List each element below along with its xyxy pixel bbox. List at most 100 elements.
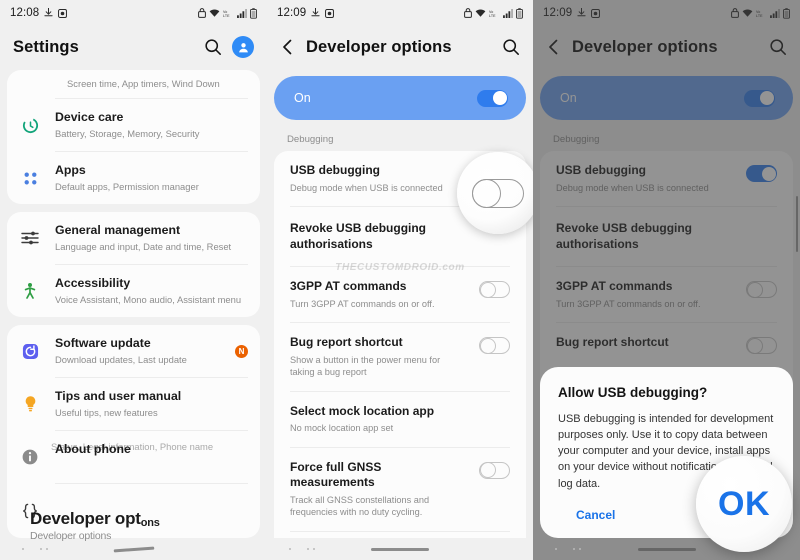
switch-off-magnified[interactable] (472, 178, 524, 208)
settings-item-subtitle: Useful tips, new features (55, 406, 158, 418)
svg-text:LTE: LTE (223, 14, 230, 18)
status-bar-right: VoLTE (464, 7, 523, 19)
status-time: 12:08 (10, 7, 40, 19)
partial-item-subtitle: Screen time, App timers, Wind Down (67, 78, 220, 89)
settings-item-text: Accessibility Voice Assistant, Mono audi… (55, 269, 248, 313)
lightbulb-icon (19, 395, 41, 413)
nav-dots (22, 548, 48, 550)
dev-options-app-bar: Developer options (267, 26, 533, 68)
settings-item-text: Device care Battery, Storage, Memory, Se… (55, 103, 248, 147)
search-icon[interactable] (204, 38, 222, 56)
dev-item-force-gnss[interactable]: Force full GNSS measurements Track all G… (274, 448, 526, 531)
signal-icon (503, 8, 513, 18)
dev-item-title: Select mock location app (290, 403, 435, 418)
settings-item-title: General management (55, 223, 181, 238)
usb-debugging-toggle-highlight[interactable] (457, 152, 533, 234)
3gpp-toggle[interactable] (479, 281, 510, 299)
screen-record-icon (325, 8, 335, 18)
status-bar: 12:08 Vo LTE (0, 0, 267, 26)
settings-item-tips[interactable]: Tips and user manual Useful tips, new fe… (7, 378, 260, 430)
nav-dots (555, 548, 581, 550)
apps-icon (19, 170, 41, 187)
developer-options-zoom-label: Developer optons Developer options (30, 509, 160, 542)
bug-report-toggle[interactable] (479, 337, 510, 355)
nav-home-pill[interactable] (637, 547, 696, 551)
status-bar-right: VoLTE (198, 7, 257, 19)
settings-item-software-update[interactable]: Software update Download updates, Last u… (7, 325, 260, 377)
back-arrow-icon[interactable] (280, 39, 296, 55)
settings-item-apps[interactable]: Apps Default apps, Permission manager (7, 152, 260, 204)
status-bar-left: 12:09 (277, 7, 335, 19)
lock-icon (464, 8, 472, 18)
settings-item-title: Software update (55, 336, 151, 351)
dev-item-title: 3GPP AT commands (290, 279, 407, 294)
settings-item-text: Software update Download updates, Last u… (55, 329, 235, 373)
dev-item-text: Bug report shortcut Show a button in the… (290, 335, 469, 378)
settings-item-title: Accessibility (55, 276, 131, 291)
status-badge: N (235, 344, 248, 358)
dev-item-subtitle: Debug mode when USB is connected (290, 182, 443, 193)
dev-item-text: Force full GNSS measurements Track all G… (290, 460, 469, 519)
settings-item-subtitle: Download updates, Last update (55, 353, 187, 365)
person-icon (238, 42, 248, 52)
settings-item-device-care[interactable]: Device care Battery, Storage, Memory, Se… (7, 99, 260, 151)
device-care-icon (19, 116, 41, 135)
settings-item-text: About phone Status, Legal information, P… (51, 435, 248, 479)
master-toggle-switch[interactable] (477, 89, 508, 107)
dev-item-title: Force full GNSS measurements (290, 459, 382, 490)
dev-item-text: 3GPP AT commands Turn 3GPP AT commands o… (290, 279, 469, 310)
gnss-toggle[interactable] (479, 461, 510, 479)
ok-button-highlight[interactable]: OK (696, 456, 792, 552)
dev-item-text: Select mock location app No mock locatio… (290, 404, 510, 435)
settings-item-general-management[interactable]: General management Language and input, D… (7, 212, 260, 264)
dialog-title: Allow USB debugging? (558, 384, 708, 400)
dev-item-3gpp-at-commands[interactable]: 3GPP AT commands Turn 3GPP AT commands o… (274, 267, 526, 322)
dev-item-text: USB debugging Debug mode when USB is con… (290, 163, 469, 194)
developer-options-master-toggle[interactable]: On (274, 76, 526, 120)
battery-icon (250, 7, 257, 19)
volte-icon: VoLTE (223, 10, 230, 18)
panel-settings: 12:08 Vo LTE Settings Screen time, App ti… (0, 0, 267, 560)
master-toggle-label: On (294, 91, 311, 105)
settings-app-bar: Settings (0, 26, 267, 68)
panel-developer-options: 12:09 Vo LTE Developer options On Debuggi… (267, 0, 533, 560)
settings-item-text: General management Language and input, D… (55, 216, 248, 260)
settings-item-title: Apps (55, 163, 86, 178)
developer-options-zoom-tail: ons (140, 517, 160, 529)
nav-bar (267, 538, 533, 560)
dev-item-subtitle: Track all GNSS constellations and freque… (290, 494, 430, 518)
settings-item-accessibility[interactable]: Accessibility Voice Assistant, Mono audi… (7, 265, 260, 317)
section-header-debugging: Debugging (287, 134, 334, 145)
search-icon[interactable] (502, 38, 520, 56)
cancel-button[interactable]: Cancel (558, 508, 615, 522)
switch-off (479, 281, 510, 299)
switch-off (479, 337, 510, 355)
account-avatar[interactable] (232, 36, 254, 58)
settings-item-subtitle: Voice Assistant, Mono audio, Assistant m… (55, 293, 242, 305)
status-bar-left: 12:08 (10, 7, 68, 19)
battery-icon (516, 7, 523, 19)
settings-item-about-phone[interactable]: About phone Status, Legal information, P… (7, 431, 260, 483)
software-update-icon (19, 343, 41, 360)
settings-item-title: Device care (55, 110, 124, 125)
screen-record-icon (58, 8, 68, 18)
signal-icon (237, 8, 247, 18)
settings-item-subtitle: Default apps, Permission manager (55, 180, 199, 192)
switch-off (479, 461, 510, 479)
settings-item-title: Tips and user manual (55, 389, 182, 404)
download-icon (44, 8, 53, 17)
settings-item-title: About phone (55, 442, 131, 457)
dev-item-mock-location[interactable]: Select mock location app No mock locatio… (274, 392, 526, 447)
lock-icon (198, 8, 206, 18)
page-title: Developer options (306, 37, 452, 56)
wifi-icon (209, 8, 220, 17)
settings-item-text: Tips and user manual Useful tips, new fe… (55, 382, 248, 426)
settings-item-subtitle: Language and input, Date and time, Reset (55, 240, 232, 252)
nav-home-pill[interactable] (113, 546, 154, 552)
settings-card-system: Software update Download updates, Last u… (7, 325, 260, 538)
panel-usb-debugging-dialog: 12:09 VoLTE Developer options On Debuggi… (533, 0, 800, 560)
nav-home-pill[interactable] (371, 547, 429, 551)
dev-item-subtitle: No mock location app set (290, 423, 394, 434)
settings-card-general: General management Language and input, D… (7, 212, 260, 317)
dev-item-bug-report-shortcut[interactable]: Bug report shortcut Show a button in the… (274, 323, 526, 390)
